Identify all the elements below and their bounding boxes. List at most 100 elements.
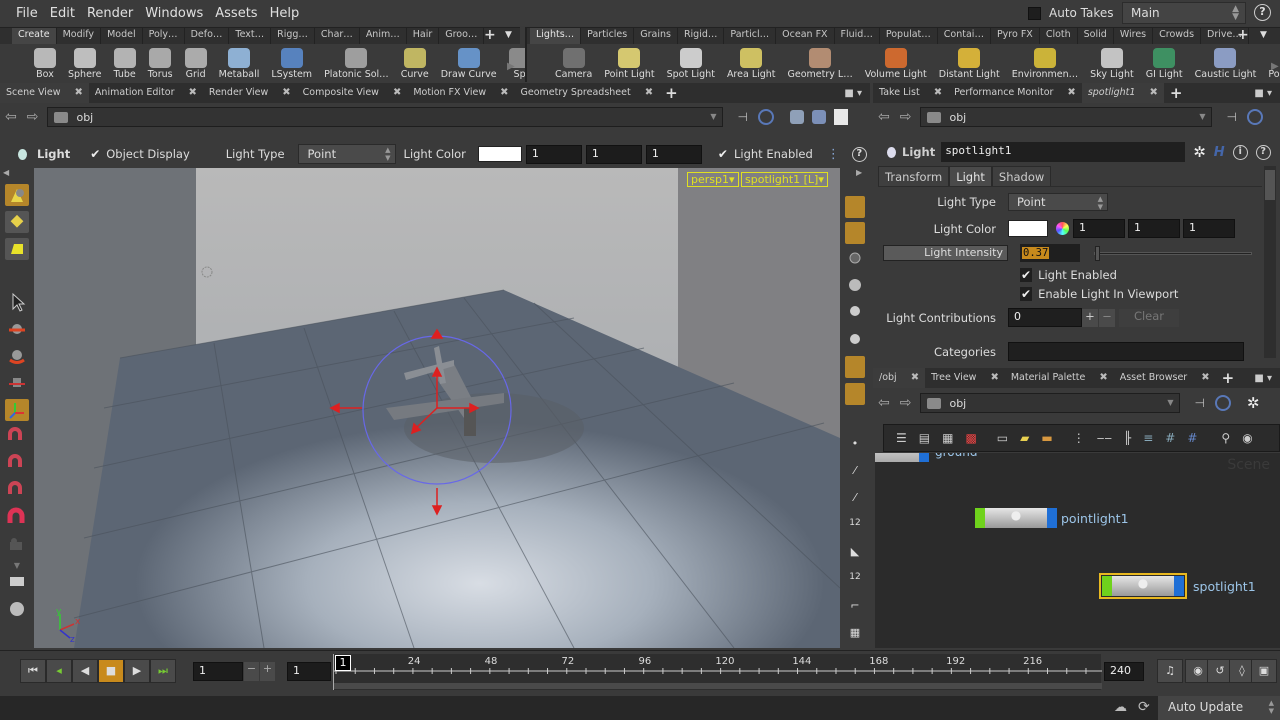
- back-arrow-icon[interactable]: ⇦: [873, 109, 895, 125]
- pane-menu-icon[interactable]: ■ ▾: [1254, 373, 1272, 384]
- shelf-tool[interactable]: Geometry L…: [782, 48, 859, 82]
- shelf-tool[interactable]: Sky Light: [1084, 48, 1140, 82]
- pin-icon[interactable]: ⊣: [1194, 396, 1204, 410]
- param-sub-tab[interactable]: Shadow: [991, 166, 1052, 188]
- shaded-mode-icon[interactable]: [845, 383, 865, 405]
- shelf-tool[interactable]: GI Light: [1140, 48, 1189, 82]
- add-light-icon[interactable]: [845, 329, 865, 351]
- shelf-tab[interactable]: Solid: [1078, 28, 1114, 44]
- shelf-tab[interactable]: Grains: [634, 28, 678, 44]
- current-frame-marker[interactable]: 1: [335, 655, 351, 671]
- menu-help[interactable]: Help: [264, 6, 306, 21]
- menu-edit[interactable]: Edit: [44, 6, 81, 21]
- start-frame-field[interactable]: 1: [287, 662, 331, 681]
- shelf-tab[interactable]: Ocean FX: [776, 28, 835, 44]
- remove-contribution-button[interactable]: −: [1099, 308, 1115, 327]
- frame-increment-button[interactable]: +: [260, 662, 275, 681]
- look-through-light-menu[interactable]: spotlight1 [L]▾: [741, 172, 828, 187]
- auto-takes-toggle[interactable]: Auto Takes: [1028, 6, 1114, 20]
- visualize-icon[interactable]: [845, 410, 865, 432]
- shelf-tab[interactable]: Rigid…: [678, 28, 725, 44]
- shelf-tab[interactable]: Text…: [229, 28, 272, 44]
- end-frame-field[interactable]: 240: [1104, 662, 1144, 681]
- light-intensity-slider[interactable]: [1094, 245, 1252, 261]
- audio-icon[interactable]: ♫: [1157, 659, 1183, 683]
- network-path-field[interactable]: obj ▼: [920, 393, 1181, 413]
- timeline-range-slider[interactable]: [334, 683, 1102, 689]
- scale-icon[interactable]: [5, 372, 29, 394]
- parameter-view-icon[interactable]: ▦: [942, 431, 953, 445]
- shelf-tool[interactable]: Curve: [395, 48, 435, 82]
- tree-layout-icon[interactable]: ☰: [896, 431, 907, 445]
- display-options-icon[interactable]: [789, 110, 804, 124]
- param-sub-tab[interactable]: Transform: [878, 166, 950, 188]
- move-icon[interactable]: [5, 318, 29, 340]
- light-color-b-field[interactable]: 1: [1183, 219, 1235, 238]
- shelf-scroll-right-icon[interactable]: ▶: [507, 61, 515, 72]
- align-left-icon[interactable]: ╟: [1124, 431, 1131, 445]
- pane-tab[interactable]: Asset Browser ✖: [1114, 368, 1216, 388]
- shelf-tab[interactable]: Anim…: [360, 28, 407, 44]
- distribute-icon[interactable]: ≡: [1143, 431, 1153, 445]
- node-render-flag[interactable]: [1174, 576, 1184, 596]
- categories-field[interactable]: [1008, 342, 1244, 361]
- list-view-icon[interactable]: ▤: [919, 431, 930, 445]
- shelf-tool[interactable]: Caustic Light: [1189, 48, 1263, 82]
- rotate-icon[interactable]: [5, 345, 29, 367]
- add-shelf-tab-icon[interactable]: +: [1237, 27, 1249, 43]
- guide-display-icon[interactable]: ⌐: [845, 599, 865, 621]
- frame-decrement-button[interactable]: −: [244, 662, 259, 681]
- help-icon[interactable]: ?: [851, 146, 867, 162]
- link-icon[interactable]: [1246, 109, 1263, 125]
- menu-file[interactable]: File: [10, 6, 44, 21]
- play-forward-button[interactable]: ▶: [124, 659, 150, 683]
- close-icon[interactable]: ✖: [1067, 83, 1075, 103]
- shelf-menu-icon[interactable]: ▼: [1260, 30, 1267, 40]
- viewport-3d-scene[interactable]: y x z: [34, 168, 840, 648]
- shelf-tool[interactable]: LSystem: [265, 48, 318, 82]
- snap-grid-icon[interactable]: #: [1165, 431, 1175, 445]
- houdini-help-icon[interactable]: H: [1214, 145, 1225, 160]
- shelf-tab[interactable]: Hair: [407, 28, 440, 44]
- pane-tab[interactable]: Material Palette ✖: [1005, 368, 1114, 388]
- shelf-tab[interactable]: Lights…: [530, 28, 582, 44]
- handle-tool-icon[interactable]: [5, 399, 29, 421]
- add-shelf-tab-icon[interactable]: +: [484, 27, 496, 43]
- handle-options-icon[interactable]: ⋮: [827, 147, 840, 162]
- view-options-icon[interactable]: [811, 110, 826, 124]
- light-color-r-field[interactable]: 1: [525, 144, 582, 164]
- shelf-tool[interactable]: Point Light: [598, 48, 660, 82]
- node-name-field[interactable]: spotlight1: [941, 142, 1186, 162]
- snap-point-icon[interactable]: [5, 480, 29, 502]
- link-icon[interactable]: [1214, 395, 1231, 411]
- shelf-tab[interactable]: Contai…: [938, 28, 991, 44]
- prim-numbers-icon[interactable]: 12: [845, 572, 865, 594]
- light-color-r-field[interactable]: 1: [1073, 219, 1125, 238]
- take-selector[interactable]: Main ▲ ▼: [1122, 2, 1246, 24]
- point-display-icon[interactable]: •: [845, 437, 865, 459]
- slider-handle[interactable]: [1095, 245, 1100, 261]
- light-contributions-field[interactable]: 0: [1008, 308, 1082, 327]
- shelf-tool[interactable]: Spot Light: [661, 48, 721, 82]
- flipbook-icon[interactable]: [5, 598, 29, 620]
- point-numbers-icon[interactable]: 12: [845, 518, 865, 540]
- menu-render[interactable]: Render: [81, 6, 139, 21]
- shelf-tab[interactable]: Groo…: [439, 28, 485, 44]
- pane-tab[interactable]: spotlight1 ✖: [1081, 83, 1164, 103]
- shelf-menu-icon[interactable]: ▼: [505, 30, 512, 40]
- select-mode-object-icon[interactable]: [5, 184, 29, 206]
- chevron-down-icon[interactable]: ▼: [710, 112, 716, 121]
- pane-tab[interactable]: Animation Editor ✖: [89, 83, 203, 103]
- normal-display-icon[interactable]: ⁄: [845, 464, 865, 486]
- snap-magnet-icon[interactable]: [5, 507, 29, 529]
- pane-tab[interactable]: Geometry Spreadsheet ✖: [514, 83, 659, 103]
- headlight-icon[interactable]: [845, 302, 865, 324]
- shelf-tab[interactable]: Particl…: [724, 28, 777, 44]
- light-intensity-field[interactable]: 0.37: [1020, 244, 1080, 262]
- shelf-tool[interactable]: Platonic Sol…: [318, 48, 395, 82]
- timeline-ruler[interactable]: 24 48 72 96 120 144 168 192 216 1: [333, 654, 1102, 690]
- clear-contributions-button[interactable]: Clear: [1119, 308, 1179, 327]
- bounding-box-icon[interactable]: ▦: [845, 626, 865, 648]
- light-type-dropdown[interactable]: Point ▲ ▼: [1008, 193, 1108, 211]
- gear-icon[interactable]: ✲: [1247, 394, 1260, 412]
